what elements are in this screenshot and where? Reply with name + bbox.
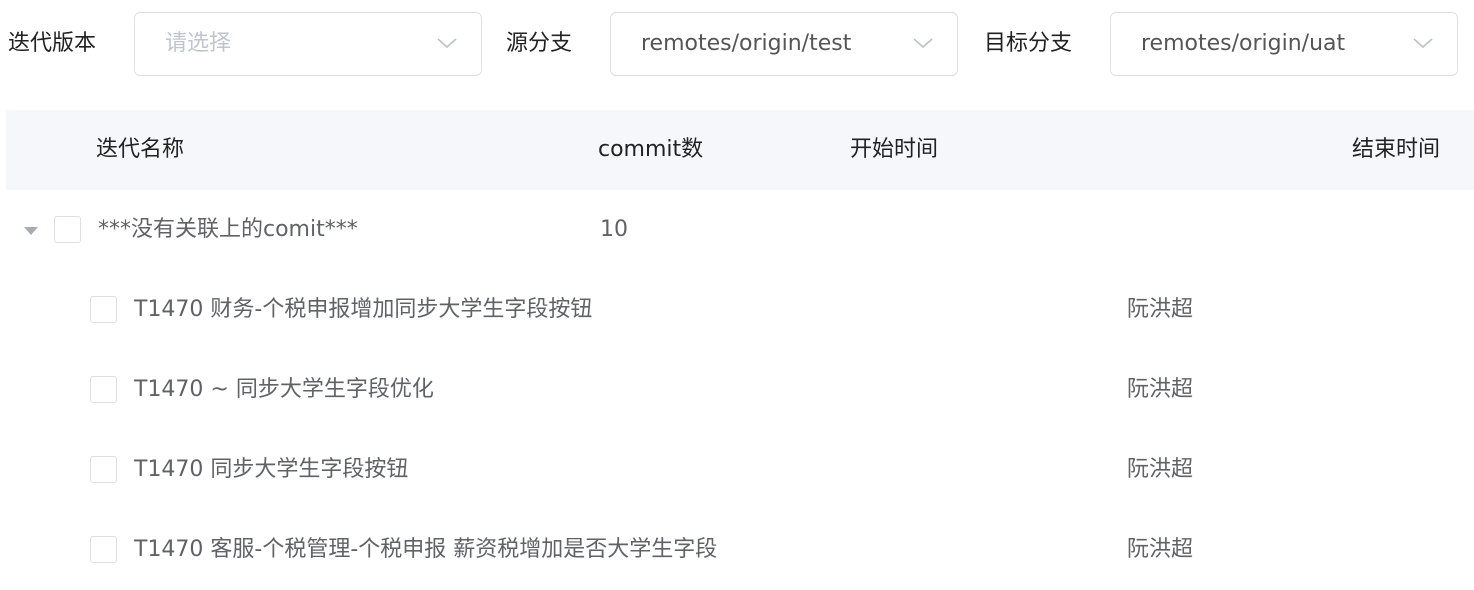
column-header-start-time: 开始时间 [850,137,939,162]
commit-title: T1470 客服-个税管理-个税申报 薪资税增加是否大学生字段 [134,537,718,562]
target-branch-label: 目标分支 [984,31,1073,56]
version-label: 迭代版本 [8,31,97,56]
source-branch-select[interactable]: remotes/origin/test [610,12,958,76]
group-checkbox[interactable] [54,216,81,243]
commit-author: 阮洪超 [1127,457,1194,482]
table-group-row: ***没有关联上的comit*** 10 [0,190,1474,270]
table-row: T1470 同步大学生字段按钮 阮洪超 [0,430,1474,510]
target-branch-value: remotes/origin/uat [1141,31,1346,56]
chevron-down-icon [1413,38,1433,49]
version-select[interactable]: 请选择 [134,12,482,76]
caret-down-icon[interactable] [24,227,38,235]
row-checkbox[interactable] [90,376,117,403]
table-row: T1470 财务-个税申报增加同步大学生字段按钮 阮洪超 [0,270,1474,350]
group-name: ***没有关联上的comit*** [98,217,358,242]
commit-author: 阮洪超 [1127,297,1194,322]
commit-author: 阮洪超 [1127,537,1194,562]
column-header-end-time: 结束时间 [1352,137,1441,162]
row-checkbox[interactable] [90,456,117,483]
filter-bar: 迭代版本 请选择 源分支 remotes/origin/test 目标分支 re… [0,12,1474,76]
table-row: T1470 客服-个税管理-个税申报 薪资税增加是否大学生字段 阮洪超 [0,510,1474,576]
chevron-down-icon [437,38,457,49]
commit-title: T1470 财务-个税申报增加同步大学生字段按钮 [134,297,593,322]
column-header-name: 迭代名称 [96,137,185,162]
commit-title: T1470 同步大学生字段按钮 [134,457,409,482]
table-header: 迭代名称 commit数 开始时间 结束时间 [6,110,1474,190]
source-branch-value: remotes/origin/test [641,31,852,56]
chevron-down-icon [913,38,933,49]
commit-title: T1470 ~ 同步大学生字段优化 [134,377,434,402]
row-checkbox[interactable] [90,296,117,323]
source-branch-label: 源分支 [506,31,573,56]
commit-author: 阮洪超 [1127,377,1194,402]
target-branch-select[interactable]: remotes/origin/uat [1110,12,1458,76]
version-select-placeholder: 请选择 [165,31,232,56]
table-row: T1470 ~ 同步大学生字段优化 阮洪超 [0,350,1474,430]
column-header-commits: commit数 [598,137,704,162]
group-commit-count: 10 [600,217,628,242]
row-checkbox[interactable] [90,536,117,563]
